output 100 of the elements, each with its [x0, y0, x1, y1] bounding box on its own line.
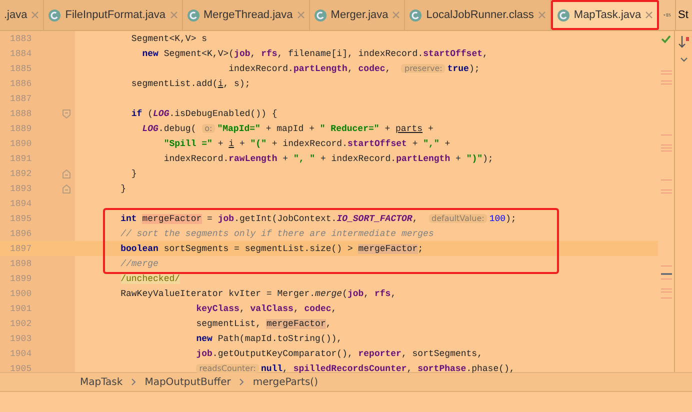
keyword: null	[260, 364, 283, 374]
code-text: ,	[239, 304, 246, 314]
close-icon[interactable]	[296, 11, 305, 19]
variable-name: parts	[396, 124, 423, 134]
editor-tab[interactable]: LocalJobRunner.class	[405, 0, 551, 30]
code-text: +	[412, 138, 419, 148]
line-number: 1892	[9, 168, 33, 178]
editor-tab[interactable]: MapTask.java	[550, 0, 660, 30]
editor-tab[interactable]: FileInputFormat.java	[44, 0, 183, 30]
code-text: =	[207, 214, 214, 224]
code-text: }	[131, 168, 137, 178]
line-number: 1901	[9, 304, 33, 314]
field-name: reporter	[358, 348, 402, 358]
field-name: rfs	[261, 48, 278, 58]
code-text: Segment<K,V> s	[131, 34, 208, 44]
code-comment: //merge	[120, 258, 158, 268]
code-text: ,	[326, 318, 332, 328]
code-text: .isDebugEnabled()) {	[169, 108, 278, 118]
code-text: ,	[412, 214, 419, 224]
field-name: job	[347, 288, 364, 298]
field-name: startOffset	[423, 48, 483, 58]
code-text: +	[428, 124, 434, 134]
highlighted-variable: mergeFactor	[266, 318, 326, 328]
code-text: , sortSegments,	[401, 348, 482, 358]
code-text: );	[506, 214, 516, 224]
string-literal: ")"	[466, 154, 483, 164]
close-icon[interactable]	[170, 11, 178, 19]
line-number: 1883	[9, 34, 33, 44]
code-text: Segment<K,V>(	[164, 48, 234, 58]
keyword: boolean	[120, 244, 158, 254]
field-name: partLength	[293, 64, 348, 74]
code-text: +	[218, 138, 224, 148]
code-text: sortSegments = segmentList.size() >	[164, 244, 354, 254]
code-text: indexRecord.	[228, 64, 294, 74]
close-icon[interactable]	[645, 11, 654, 19]
number-literal: 100	[489, 214, 506, 224]
fold-icon[interactable]	[62, 168, 71, 178]
code-text: Path(mapId.toString()),	[218, 334, 342, 344]
code-text: indexRecord.	[164, 154, 229, 164]
code-text: +	[384, 124, 392, 134]
code-text: .phase(),	[466, 364, 515, 374]
field-name: job	[218, 214, 234, 224]
close-icon[interactable]	[31, 11, 40, 19]
code-comment: // sort the segments only if there are intermediate merges	[120, 228, 434, 238]
code-text: +	[239, 138, 246, 148]
editor-tab[interactable]: MergeThread.java	[182, 0, 310, 30]
keyword: if	[131, 108, 142, 118]
side-panel-tab[interactable]: St	[675, 0, 692, 30]
keyword: true	[447, 64, 469, 74]
code-text: RawKeyValueIterator kvIter = Merger.	[120, 288, 316, 298]
code-text: ,	[293, 304, 300, 314]
chevron-right-icon	[238, 378, 245, 386]
string-literal: ","	[423, 138, 440, 148]
code-text: + mapId +	[266, 124, 316, 134]
variable-name: i	[218, 78, 224, 88]
static-field: IO_SORT_FACTOR	[336, 214, 412, 224]
string-literal: ", "	[293, 154, 316, 164]
chevron-down-icon[interactable]	[680, 57, 688, 63]
field-name: valClass	[250, 304, 294, 314]
keyword: int	[120, 214, 138, 224]
field-name: partLength	[396, 154, 450, 164]
code-text: ,	[347, 64, 354, 74]
fold-icon[interactable]	[62, 184, 71, 194]
code-text: ,	[331, 304, 337, 314]
code-text: (	[342, 288, 348, 298]
close-icon[interactable]	[538, 11, 546, 19]
editor-tab[interactable]: Merger.java	[310, 0, 406, 30]
code-text: + indexRecord.	[320, 154, 396, 164]
sort-icon[interactable]	[678, 35, 690, 49]
breadcrumb-item[interactable]: mergeParts()	[252, 376, 318, 388]
field-name: rawLength	[228, 154, 278, 164]
static-field: LOG	[153, 108, 170, 118]
code-text: + indexRecord.	[272, 138, 348, 148]
breadcrumb-item[interactable]: MapOutputBuffer	[144, 376, 231, 388]
annotation-text: /unchecked/	[120, 274, 180, 284]
field-name: rfs	[374, 288, 391, 298]
code-text: );	[468, 64, 480, 74]
breadcrumb-item[interactable]: MapTask	[80, 376, 123, 388]
chevron-right-icon	[130, 378, 137, 386]
code-text: , filename[i], indexRecord.	[277, 48, 424, 58]
code-text: +	[456, 154, 462, 164]
line-number: 1887	[9, 94, 33, 104]
code-text: .debug(	[158, 124, 198, 134]
keyword: new	[142, 48, 158, 58]
code-text: +	[444, 138, 450, 148]
code-text: +	[282, 154, 290, 164]
line-number: 1894	[9, 198, 33, 208]
line-number: 1893	[9, 184, 33, 194]
code-text: );	[482, 154, 494, 164]
code-text: ,	[385, 64, 392, 74]
line-number: 1904	[9, 348, 33, 358]
line-number: 1889	[9, 124, 33, 134]
parameter-hint: o:	[202, 124, 216, 133]
field-name: codec	[358, 64, 386, 74]
string-literal: "("	[250, 138, 266, 148]
close-icon[interactable]	[392, 11, 400, 19]
parameter-hint: preserve:	[401, 64, 446, 73]
highlighted-variable: mergeFactor	[142, 214, 202, 224]
fold-icon[interactable]	[62, 108, 71, 118]
editor-tab[interactable]: .java	[0, 0, 44, 30]
